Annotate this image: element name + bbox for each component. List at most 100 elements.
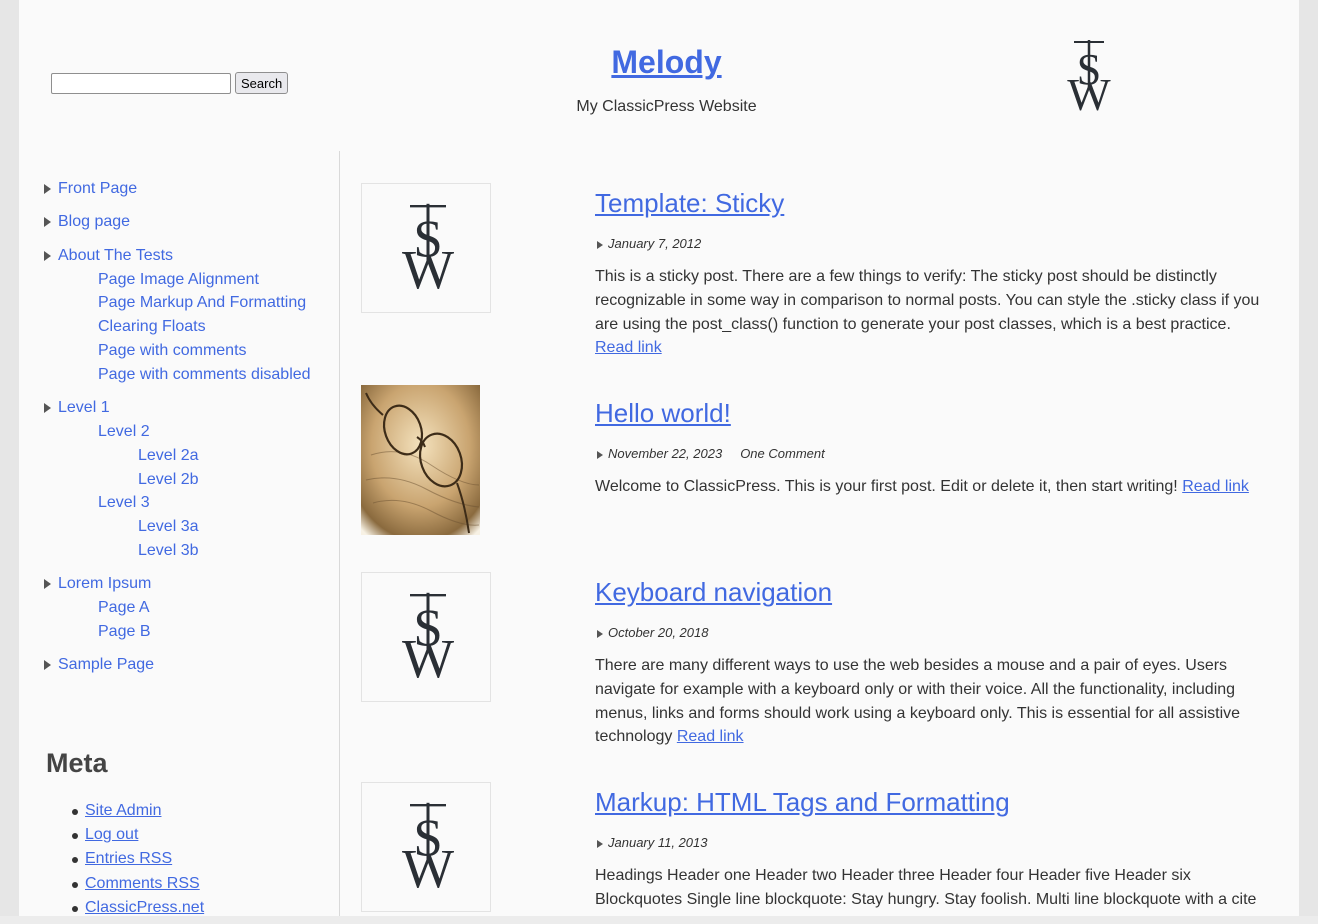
meta-triangle-icon [597,630,603,638]
svg-text:W: W [402,838,454,893]
post-date: November 22, 2023 [608,446,723,461]
post-excerpt: This is a sticky post. There are a few t… [595,265,1263,360]
expand-triangle-icon [44,217,51,228]
meta-triangle-icon [597,451,603,459]
sidebar-link[interactable]: Clearing Floats [98,318,206,335]
sidebar-link[interactable]: Level 3 [98,494,150,511]
sidebar-link[interactable]: Sample Page [58,656,154,673]
meta-heading: Meta [46,748,108,778]
sidebar-item: Sample Page [44,656,154,674]
sidebar-item: Level 2a [138,447,199,465]
post-meta: January 7, 2012 [597,236,701,251]
post-title-link[interactable]: Markup: HTML Tags and Formatting [595,787,1010,817]
meta-triangle-icon [597,241,603,249]
sidebar-item: Level 3a [138,518,199,536]
post-meta: November 22, 2023 One Comment [597,446,825,461]
meta-list-item: Log out [71,826,204,850]
sidebar-link[interactable]: About The Tests [58,247,173,264]
meta-list-item: Comments RSS [71,875,204,899]
post-thumbnail[interactable]: SW [361,183,491,313]
expand-triangle-icon [44,660,51,671]
sidebar-link[interactable]: Level 3b [138,542,199,559]
expand-triangle-icon [44,184,51,194]
tsw-logo-icon: SW [402,802,454,893]
post-excerpt: Welcome to ClassicPress. This is your fi… [595,475,1263,499]
glasses-photo[interactable] [361,385,480,535]
sidebar-item: Page Markup And Formatting [98,294,306,312]
sidebar-item: Lorem Ipsum [44,575,151,593]
sidebar-item: Level 2 [98,423,150,441]
sidebar-item: Front Page [44,180,137,198]
meta-link[interactable]: Comments RSS [85,875,200,892]
post-excerpt: There are many different ways to use the… [595,654,1263,749]
read-link[interactable]: Read link [595,339,662,356]
sidebar-item: Page with comments [98,342,247,360]
sidebar-item: Page Image Alignment [98,271,259,289]
meta-link[interactable]: Entries RSS [85,850,172,867]
read-link[interactable]: Read link [1182,478,1249,495]
sidebar-link[interactable]: Level 2 [98,423,150,440]
sidebar-item: Blog page [44,213,130,231]
post-title: Template: Sticky [595,188,784,219]
sidebar-item: Page B [98,623,150,641]
sidebar-link[interactable]: Level 3a [138,518,199,535]
sidebar-link[interactable]: Page with comments disabled [98,366,311,383]
expand-triangle-icon [44,579,51,590]
post-excerpt-text: Welcome to ClassicPress. This is your fi… [595,478,1178,495]
post-title: Markup: HTML Tags and Formatting [595,787,1010,818]
sidebar-divider [339,151,340,924]
sidebar-link[interactable]: Page B [98,623,150,640]
sidebar-item: Level 2b [138,471,199,489]
expand-triangle-icon [44,250,51,261]
sidebar-link[interactable]: Front Page [58,180,137,197]
post-date: January 11, 2013 [608,835,708,850]
post-meta: October 20, 2018 [597,625,708,640]
post-excerpt-text: This is a sticky post. There are a few t… [595,268,1260,333]
sidebar-link[interactable]: Lorem Ipsum [58,575,151,592]
post-date: October 20, 2018 [608,625,709,640]
meta-list-item: Entries RSS [71,850,204,874]
post-title-link[interactable]: Template: Sticky [595,188,784,218]
sidebar-link[interactable]: Level 1 [58,399,110,416]
sidebar-link[interactable]: Page with comments [98,342,247,359]
sidebar-link[interactable]: Page Image Alignment [98,271,259,288]
post-title: Keyboard navigation [595,577,832,608]
sidebar-link[interactable]: Page Markup And Formatting [98,294,306,311]
post-comments-link[interactable]: One Comment [740,446,825,461]
svg-text:W: W [402,239,454,294]
post-thumbnail[interactable]: SW [361,782,491,912]
sidebar-link[interactable]: Page A [98,599,150,616]
sidebar-link[interactable]: Blog page [58,213,130,230]
read-link[interactable]: Read link [677,728,744,745]
sidebar-item: Page with comments disabled [98,366,311,384]
post-excerpt: Headings Header one Header two Header th… [595,864,1263,924]
sidebar-link[interactable]: Level 2a [138,447,199,464]
tsw-logo-icon[interactable]: S W [1059,38,1119,120]
tsw-logo-icon: SW [402,592,454,683]
meta-link[interactable]: ClassicPress.net [85,899,204,916]
meta-link[interactable]: Site Admin [85,802,161,819]
svg-text:W: W [402,628,454,683]
site-title-link[interactable]: Melody [611,44,721,80]
page: Search Melody My ClassicPress Website S … [19,0,1299,924]
sidebar-item: Level 1 [44,399,110,417]
meta-list-item: Site Admin [71,802,204,826]
sidebar-item: Clearing Floats [98,318,206,336]
meta-triangle-icon [597,840,603,848]
sidebar-item: Page A [98,599,150,617]
sidebar-item: Level 3 [98,494,150,512]
post-thumbnail[interactable]: SW [361,572,491,702]
post-title: Hello world! [595,398,731,429]
scroll-edge [0,916,1318,924]
post-title-link[interactable]: Keyboard navigation [595,577,832,607]
meta-link[interactable]: Log out [85,826,138,843]
svg-text:W: W [1067,69,1111,114]
sidebar-link[interactable]: Level 2b [138,471,199,488]
sidebar-item: Level 3b [138,542,199,560]
meta-list: Site Admin Log out Entries RSS Comments RSS… [71,802,204,923]
post-date: January 7, 2012 [608,236,702,251]
tsw-logo-icon: SW [402,203,454,294]
sidebar-item: About The Tests [44,247,173,265]
post-title-link[interactable]: Hello world! [595,398,731,428]
post-meta: January 11, 2013 [597,835,708,850]
